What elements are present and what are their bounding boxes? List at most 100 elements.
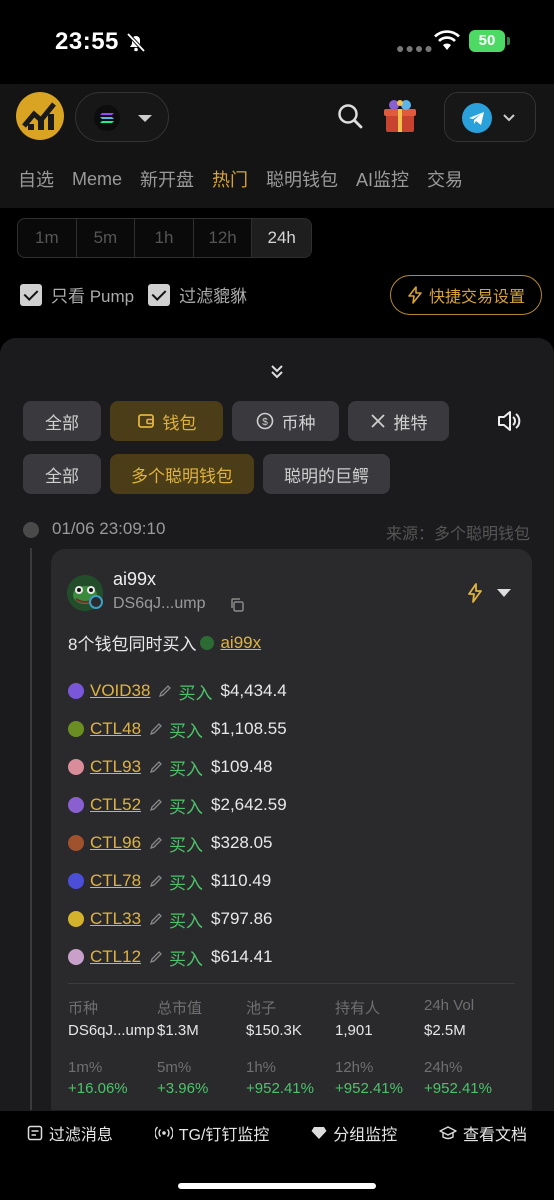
time-filter-1m[interactable]: 1m [18,219,77,257]
broadcast-icon [154,1126,173,1140]
token-address: DS6qJ...ump [113,595,206,612]
wallet-name-link[interactable]: CTL96 [90,833,141,853]
price-changes: 1m% 5m% 1h% 12h% 24h% +16.06% +3.96% +95… [68,1059,523,1097]
wallet-name-link[interactable]: CTL48 [90,719,141,739]
diamond-icon [311,1127,327,1139]
wallet-name-link[interactable]: VOID38 [90,681,150,701]
filter-all-button[interactable]: 全部 [23,401,101,441]
wallet-name-link[interactable]: CTL52 [90,795,141,815]
filter-token-button[interactable]: $ 币种 [232,401,339,441]
tab-watchlist[interactable]: 自选 [18,166,54,192]
filter-honeypot-checkbox[interactable]: 过滤貔貅 [148,282,247,307]
chevron-double-down-icon[interactable] [266,362,288,382]
wallet-avatar [68,759,84,775]
multi-smart-wallet-label: 多个聪明钱包 [131,466,233,486]
change-header: 24h% [424,1059,463,1076]
battery-icon: 50 [469,30,510,52]
copy-icon[interactable] [229,597,245,613]
view-docs-button[interactable]: 查看文档 [439,1121,527,1145]
filter-doc-icon [27,1125,43,1141]
wallet-avatar [68,911,84,927]
edit-icon[interactable] [158,684,172,698]
summary-text: 8个钱包同时买入 [68,635,197,654]
quick-trade-settings-button[interactable]: 快捷交易设置 [390,275,542,315]
stat-value: $2.5M [424,1022,466,1039]
time-filter-1h[interactable]: 1h [135,219,194,257]
change-header: 1m% [68,1059,103,1076]
time-filter-12h[interactable]: 12h [194,219,253,257]
buy-row: CTL52 买入 $2,642.59 [68,793,287,817]
filter-honeypot-label: 过滤貔貅 [179,287,248,306]
action-text: 买入 [169,949,204,969]
search-icon[interactable] [336,102,364,130]
time-filter-5m[interactable]: 5m [77,219,136,257]
status-time: 23:55 [55,28,119,55]
filter-wallet-button[interactable]: 钱包 [110,401,223,441]
category-filter-row: 全部 钱包 $ 币种 推特 [23,401,458,441]
edit-icon[interactable] [149,950,163,964]
buy-row: CTL96 买入 $328.05 [68,831,272,855]
group-monitor-button[interactable]: 分组监控 [311,1121,397,1145]
edit-icon[interactable] [149,798,163,812]
tab-smart-wallet[interactable]: 聪明钱包 [266,166,338,192]
signal-icon: ●●●● [396,40,434,56]
tab-hot[interactable]: 热门 [212,166,248,192]
bell-muted-icon [126,32,146,53]
time-filter-24h[interactable]: 24h [252,219,311,257]
action-text: 买入 [169,911,204,931]
home-indicator[interactable] [178,1183,376,1189]
change-value: +952.41% [335,1080,403,1097]
smart-whale-button[interactable]: 聪明的巨鳄 [263,454,390,494]
filter-twitter-button[interactable]: 推特 [348,401,449,441]
speaker-icon[interactable] [496,408,522,434]
token-mini-icon [200,635,215,650]
telegram-selector[interactable] [444,92,536,142]
amount-text: $109.48 [211,757,273,776]
stat-value: $1.3M [157,1022,199,1039]
logo-icon[interactable] [16,92,64,140]
chain-selector[interactable] [75,92,169,142]
bottom-toolbar: 过滤消息 TG/钉钉监控 分组监控 查看文档 [0,1110,554,1200]
pump-only-checkbox[interactable]: 只看 Pump [20,282,134,307]
action-text: 买入 [169,835,204,855]
wallet-name-link[interactable]: CTL12 [90,947,141,967]
amount-text: $1,108.55 [211,719,287,738]
lightning-icon[interactable] [467,583,483,603]
tab-ai-monitor[interactable]: AI监控 [356,166,409,192]
edit-icon[interactable] [149,836,163,850]
wallet-avatar [68,949,84,965]
expand-caret-icon[interactable] [497,589,511,597]
wallet-type-filter-row: 全部 多个聪明钱包 聪明的巨鳄 [23,454,399,494]
tab-new-pairs[interactable]: 新开盘 [140,166,194,192]
edit-icon[interactable] [149,760,163,774]
event-card[interactable]: ai99x DS6qJ...ump 8个钱包同时买入 ai99x VOID38 … [51,549,532,1149]
tab-meme[interactable]: Meme [72,169,122,190]
tab-trade[interactable]: 交易 [427,166,463,192]
wallet-type-all-button[interactable]: 全部 [23,454,101,494]
edit-icon[interactable] [149,722,163,736]
change-value: +952.41% [246,1080,314,1097]
token-stats: 币种 总市值 池子 持有人 24h Vol DS6qJ...ump $1.3M … [68,997,523,1039]
buy-row: VOID38 买入 $4,434.4 [68,679,287,703]
status-bar: 23:55 ●●●● 50 [0,0,554,84]
wallet-avatar [68,721,84,737]
tg-dingtalk-monitor-button[interactable]: TG/钉钉监控 [154,1121,269,1145]
change-value: +952.41% [424,1080,492,1097]
edit-icon[interactable] [149,912,163,926]
wallet-name-link[interactable]: CTL33 [90,909,141,929]
amount-text: $328.05 [211,833,273,852]
gift-icon[interactable] [381,98,419,134]
view-docs-label: 查看文档 [463,1127,528,1144]
wallet-name-link[interactable]: CTL93 [90,757,141,777]
summary-token-link[interactable]: ai99x [220,633,261,653]
chevron-down-icon [503,114,515,122]
stat-header: 池子 [246,1000,277,1017]
edit-icon[interactable] [149,874,163,888]
checkbox-checked-icon [20,283,42,306]
filter-messages-button[interactable]: 过滤消息 [27,1121,113,1145]
multi-smart-wallet-button[interactable]: 多个聪明钱包 [110,454,254,494]
token-name: ai99x [113,569,157,589]
wallet-name-link[interactable]: CTL78 [90,871,141,891]
stat-value: DS6qJ...ump [68,1022,155,1039]
change-value: +3.96% [157,1080,209,1097]
